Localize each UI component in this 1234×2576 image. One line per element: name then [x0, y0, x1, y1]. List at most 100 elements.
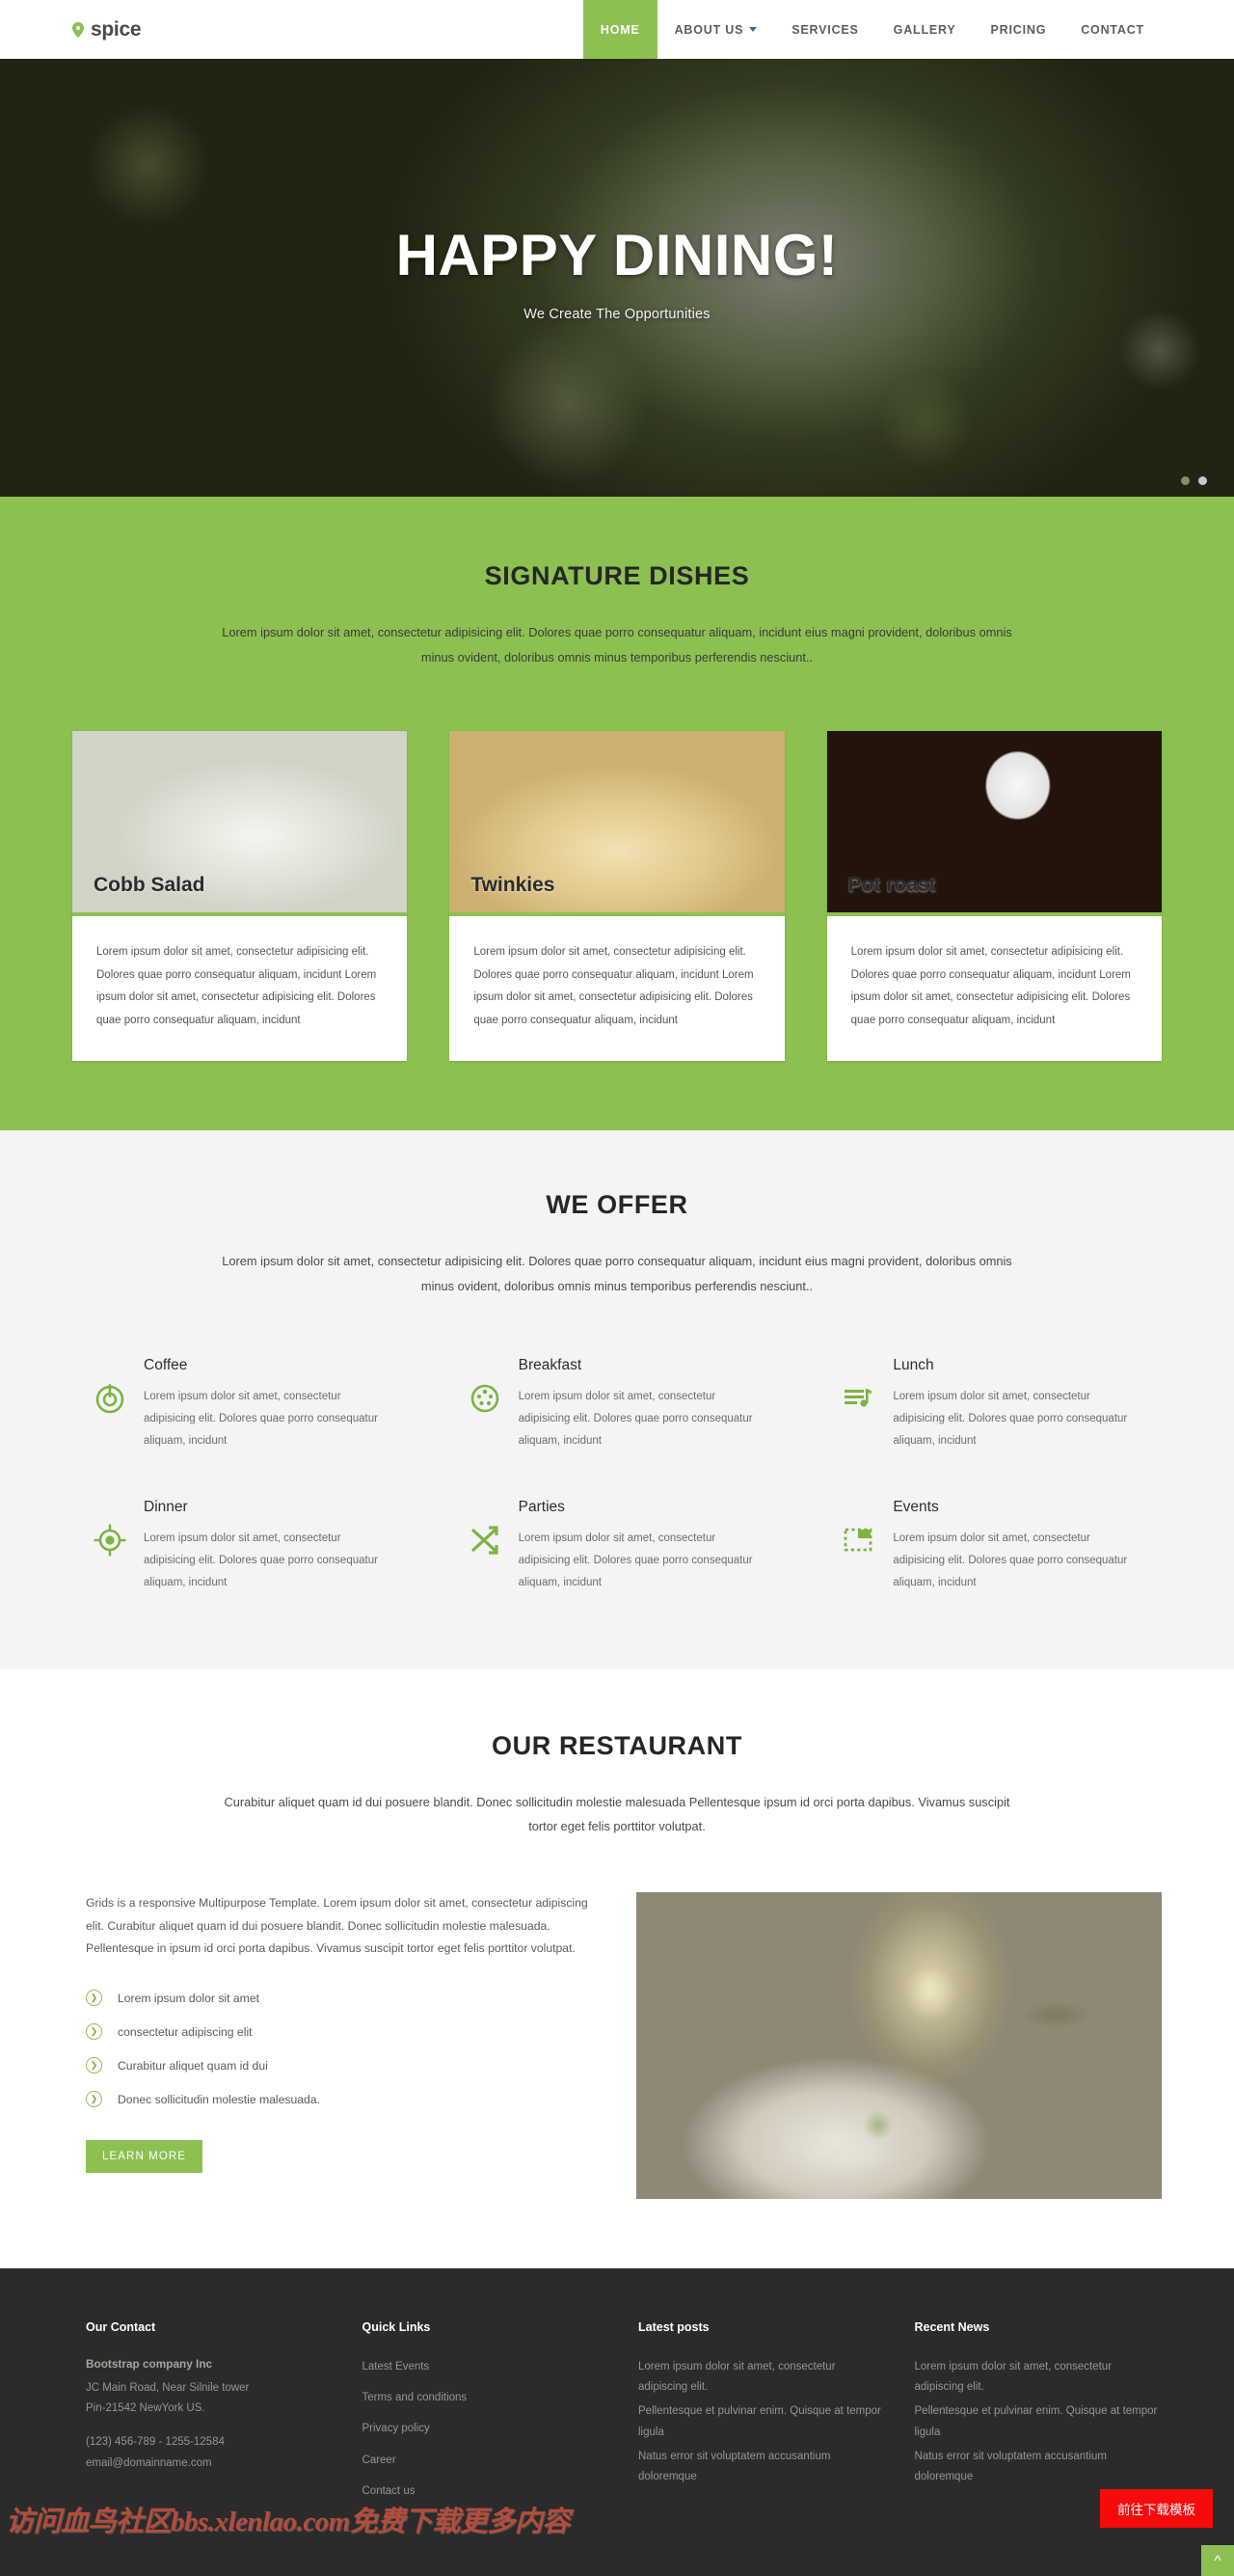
offer-item-title: Coffee — [144, 1356, 188, 1373]
dish-card[interactable]: Twinkies Lorem ipsum dolor sit amet, con… — [449, 731, 785, 1062]
nav-label: SERVICES — [791, 22, 859, 37]
our-restaurant-section: OUR RESTAURANT Curabitur aliquet quam id… — [0, 1668, 1234, 2268]
dotted-circle-icon — [469, 1382, 501, 1415]
nav-label: ABOUT US — [674, 22, 744, 37]
chevron-up-icon: ^ — [1214, 2552, 1221, 2569]
restaurant-text-column: Grids is a responsive Multipurpose Templ… — [72, 1892, 598, 2174]
nav-item-home[interactable]: HOME — [582, 0, 657, 59]
offer-item-title: Events — [893, 1498, 939, 1515]
dish-card[interactable]: Pot roast Lorem ipsum dolor sit amet, co… — [826, 731, 1162, 1062]
map-pin-icon — [72, 21, 84, 38]
site-footer: Our Contact Bootstrap company Inc JC Mai… — [0, 2267, 1234, 2576]
offer-item-title: Breakfast — [518, 1356, 582, 1373]
restaurant-photo — [636, 1891, 1162, 2199]
footer-heading: Latest posts — [638, 2319, 710, 2334]
dish-title: Cobb Salad — [94, 874, 205, 897]
footer-post: Pellentesque et pulvinar enim. Quisque a… — [638, 2405, 881, 2438]
restaurant-columns: Grids is a responsive Multipurpose Templ… — [72, 1891, 1162, 2199]
nav-item-about-us[interactable]: ABOUT US — [657, 0, 775, 59]
nav-label: HOME — [600, 22, 640, 37]
offer-item-body: Lorem ipsum dolor sit amet, consectetur … — [893, 1532, 1128, 1588]
download-template-button[interactable]: 前往下载模板 — [1100, 2489, 1213, 2529]
power-circle-icon — [94, 1382, 126, 1415]
dish-body: Lorem ipsum dolor sit amet, consectetur … — [449, 916, 784, 1061]
footer-link-latest-events[interactable]: Latest Events — [362, 2357, 610, 2377]
offer-item-parties[interactable]: Parties Lorem ipsum dolor sit amet, cons… — [447, 1499, 788, 1594]
chevron-right-circle-icon: ❯ — [86, 2023, 102, 2041]
offer-item-breakfast[interactable]: Breakfast Lorem ipsum dolor sit amet, co… — [447, 1357, 788, 1452]
dishes-subtitle: Lorem ipsum dolor sit amet, consectetur … — [222, 625, 1012, 664]
we-offer-section: WE OFFER Lorem ipsum dolor sit amet, con… — [0, 1130, 1234, 1669]
offer-title: WE OFFER — [546, 1190, 688, 1220]
carousel-dot-2[interactable] — [1198, 476, 1207, 485]
restaurant-image — [636, 1891, 1162, 2199]
footer-link-career[interactable]: Career — [362, 2451, 610, 2471]
dish-body: Lorem ipsum dolor sit amet, consectetur … — [827, 916, 1162, 1061]
nav-item-contact[interactable]: CONTACT — [1063, 0, 1162, 59]
chevron-right-circle-icon: ❯ — [86, 2091, 102, 2108]
nav-item-gallery[interactable]: GALLERY — [876, 0, 974, 59]
offer-item-lunch[interactable]: Lunch Lorem ipsum dolor sit amet, consec… — [821, 1357, 1162, 1452]
page-root: spice HOME ABOUT US SERVICES GALLERY PRI… — [0, 0, 1234, 2576]
footer-heading: Our Contact — [86, 2319, 156, 2334]
restaurant-container: OUR RESTAURANT Curabitur aliquet quam id… — [72, 1731, 1162, 2199]
learn-more-button[interactable]: LEARN MORE — [86, 2140, 203, 2174]
dish-description: Lorem ipsum dolor sit amet, consectetur … — [850, 946, 1131, 1026]
offer-container: WE OFFER Lorem ipsum dolor sit amet, con… — [72, 1190, 1162, 1593]
offer-item-title: Lunch — [893, 1356, 934, 1373]
offer-text: Coffee Lorem ipsum dolor sit amet, conse… — [144, 1357, 389, 1452]
signature-dishes-section: SIGNATURE DISHES Lorem ipsum dolor sit a… — [0, 501, 1234, 1131]
dishes-container: SIGNATURE DISHES Lorem ipsum dolor sit a… — [72, 561, 1162, 1062]
list-item: ❯ Donec sollicitudin molestie malesuada. — [86, 2091, 598, 2108]
offer-item-body: Lorem ipsum dolor sit amet, consectetur … — [893, 1390, 1128, 1447]
footer-address-line2: Pin-21542 NewYork US. — [86, 2402, 205, 2415]
restaurant-paragraph: Grids is a responsive Multipurpose Templ… — [86, 1895, 588, 1956]
carousel-indicators[interactable] — [1181, 476, 1207, 485]
footer-email: email@domainname.com — [86, 2456, 212, 2469]
footer-post: Lorem ipsum dolor sit amet, consectetur … — [638, 2360, 836, 2394]
nav-item-pricing[interactable]: PRICING — [974, 0, 1064, 59]
brand-logo[interactable]: spice — [0, 0, 142, 59]
footer-phone: (123) 456-789 - 1255-12584 — [86, 2436, 225, 2449]
back-to-top-button[interactable]: ^ — [1201, 2545, 1234, 2576]
shuffle-icon — [469, 1524, 501, 1557]
dish-image: Pot roast — [826, 731, 1162, 917]
dishes-title: SIGNATURE DISHES — [484, 561, 750, 590]
nav-item-services[interactable]: SERVICES — [774, 0, 875, 59]
nav-label: PRICING — [990, 22, 1047, 37]
hero-content: HAPPY DINING! We Create The Opportunitie… — [0, 59, 1234, 501]
playlist-music-icon — [843, 1382, 875, 1415]
offer-item-dinner[interactable]: Dinner Lorem ipsum dolor sit amet, conse… — [72, 1499, 413, 1594]
offer-item-title: Dinner — [144, 1498, 188, 1515]
offer-item-events[interactable]: Events Lorem ipsum dolor sit amet, conse… — [821, 1499, 1162, 1594]
chevron-down-icon — [749, 27, 758, 32]
brand-name: spice — [91, 17, 142, 41]
offer-text: Events Lorem ipsum dolor sit amet, conse… — [893, 1499, 1139, 1594]
footer-post: Natus error sit voluptatem accusantium d… — [638, 2450, 831, 2483]
offer-item-body: Lorem ipsum dolor sit amet, consectetur … — [144, 1532, 378, 1588]
hero-title: HAPPY DINING! — [395, 222, 839, 287]
crop-dashed-icon — [843, 1524, 875, 1557]
footer-quick-links-column: Quick Links Latest Events Terms and cond… — [362, 2320, 610, 2512]
footer-latest-posts-column: Latest posts Lorem ipsum dolor sit amet,… — [638, 2320, 886, 2512]
offer-item-coffee[interactable]: Coffee Lorem ipsum dolor sit amet, conse… — [72, 1357, 413, 1452]
dish-card[interactable]: Cobb Salad Lorem ipsum dolor sit amet, c… — [72, 731, 408, 1062]
offer-text: Dinner Lorem ipsum dolor sit amet, conse… — [144, 1499, 389, 1594]
footer-columns: Our Contact Bootstrap company Inc JC Mai… — [72, 2320, 1162, 2512]
nav-label: CONTACT — [1081, 22, 1144, 37]
offer-grid: Coffee Lorem ipsum dolor sit amet, conse… — [72, 1357, 1162, 1594]
footer-link-privacy[interactable]: Privacy policy — [362, 2419, 610, 2439]
site-header: spice HOME ABOUT US SERVICES GALLERY PRI… — [0, 0, 1234, 59]
hero-banner: HAPPY DINING! We Create The Opportunitie… — [0, 59, 1234, 501]
restaurant-subtitle: Curabitur aliquet quam id dui posuere bl… — [224, 1794, 1010, 1834]
dish-title: Pot roast — [847, 874, 936, 897]
offer-item-body: Lorem ipsum dolor sit amet, consectetur … — [518, 1390, 753, 1447]
carousel-dot-1[interactable] — [1181, 476, 1190, 485]
dish-image: Twinkies — [449, 731, 785, 917]
main-navigation: HOME ABOUT US SERVICES GALLERY PRICING C… — [582, 0, 1234, 59]
offer-item-body: Lorem ipsum dolor sit amet, consectetur … — [518, 1532, 753, 1588]
footer-company-name: Bootstrap company Inc — [86, 2356, 213, 2371]
footer-link-terms[interactable]: Terms and conditions — [362, 2388, 610, 2408]
list-item-label: consectetur adipiscing elit — [118, 2024, 253, 2039]
